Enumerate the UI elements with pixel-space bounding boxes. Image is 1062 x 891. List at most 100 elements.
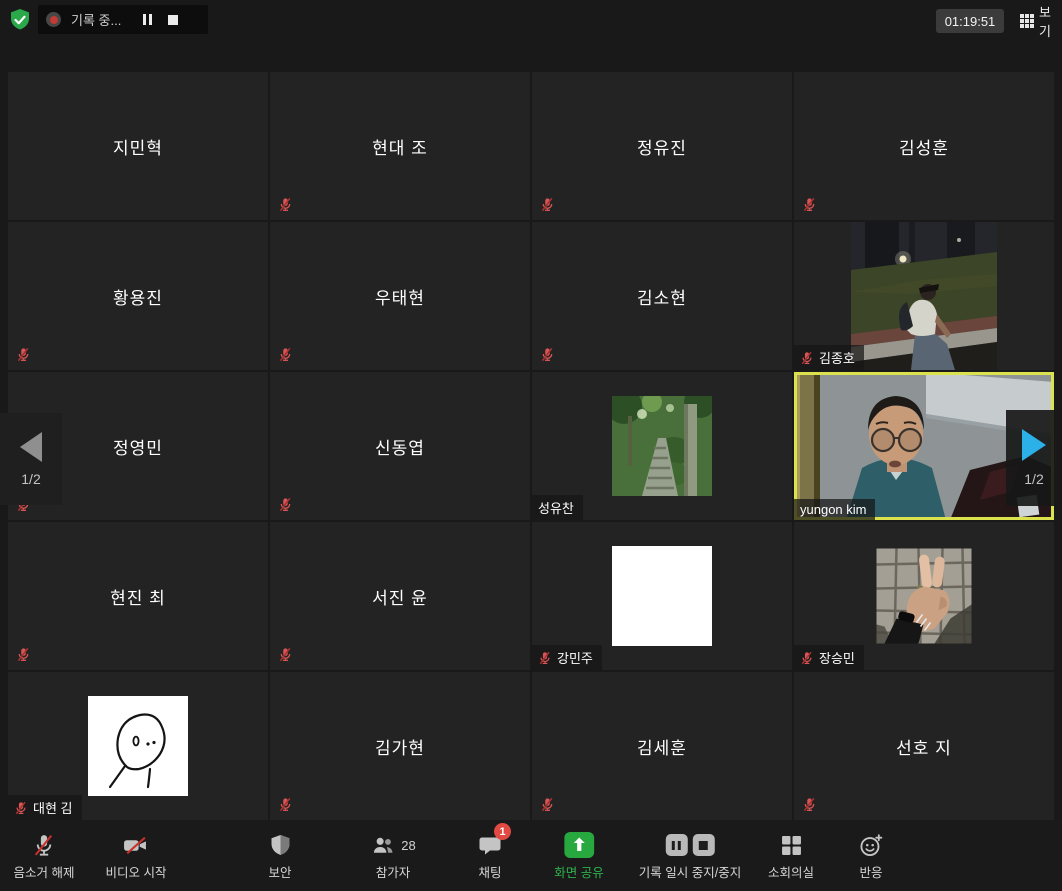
- share-screen-button-label: 화면 공유: [554, 862, 603, 881]
- mic-muted-icon: [16, 347, 31, 362]
- participant-name: 현진 최: [8, 522, 268, 670]
- mic-muted-icon: [14, 801, 28, 815]
- participants-count: 28: [401, 838, 415, 853]
- mic-muted-icon: [800, 351, 814, 365]
- gallery-view-icon: [1020, 14, 1034, 28]
- previous-page-button[interactable]: 1/2: [0, 413, 62, 505]
- shield-icon: [269, 833, 291, 858]
- mic-muted-icon: [278, 197, 293, 212]
- mic-muted-icon: [278, 647, 293, 662]
- start-video-button-label: 비디오 시작: [106, 862, 167, 881]
- breakout-rooms-button-label: 소회의실: [768, 862, 814, 881]
- recording-pause-button[interactable]: [143, 14, 152, 25]
- mic-muted-icon: [802, 197, 817, 212]
- meeting-toolbar: 음소거 해제 비디오 시작 보안: [0, 820, 1062, 891]
- mic-muted-icon: [278, 797, 293, 812]
- chat-button[interactable]: 1 채팅: [478, 830, 502, 881]
- share-screen-button[interactable]: 화면 공유: [554, 830, 603, 881]
- participant-name-label: 대현 김: [8, 795, 82, 820]
- reactions-button[interactable]: 반응: [859, 830, 884, 881]
- participant-name: 김소현: [532, 222, 792, 370]
- unmute-button-label: 음소거 해제: [14, 862, 75, 881]
- mic-muted-icon: [800, 651, 814, 665]
- mic-muted-icon: [540, 197, 555, 212]
- participant-tile[interactable]: 김세훈: [532, 672, 792, 820]
- participant-tile-photo[interactable]: 장승민: [794, 522, 1054, 670]
- mic-muted-icon: [802, 797, 817, 812]
- mic-muted-icon: [538, 651, 552, 665]
- breakout-rooms-button[interactable]: 소회의실: [768, 830, 814, 881]
- participant-name: 성유찬: [538, 498, 574, 517]
- participant-tile[interactable]: 우태현: [270, 222, 530, 370]
- mic-muted-icon: [278, 497, 293, 512]
- participant-name-label: 성유찬: [532, 495, 583, 520]
- recording-dot-icon: [46, 12, 61, 27]
- participant-white-square-avatar: [612, 546, 712, 646]
- mic-muted-icon: [540, 347, 555, 362]
- breakout-rooms-icon: [780, 835, 801, 856]
- view-button-label: 보기: [1039, 2, 1058, 40]
- participant-tile-avatar[interactable]: 대현 김: [8, 672, 268, 820]
- next-page-button[interactable]: 1/2: [1006, 410, 1062, 506]
- security-button-label: 보안: [268, 862, 291, 881]
- participant-tile[interactable]: 김가현: [270, 672, 530, 820]
- participant-name: 정유진: [532, 72, 792, 220]
- recording-indicator-panel: 기록 중...: [38, 5, 208, 34]
- chat-unread-badge: 1: [494, 823, 511, 840]
- page-indicator: 1/2: [1024, 471, 1043, 487]
- participants-icon: [370, 833, 396, 858]
- security-encrypted-icon[interactable]: [8, 8, 32, 32]
- recording-stop-button[interactable]: [168, 15, 178, 25]
- participant-tile[interactable]: 김성훈: [794, 72, 1054, 220]
- participant-tile[interactable]: 선호 지: [794, 672, 1054, 820]
- participants-button[interactable]: 28 참가자: [370, 830, 415, 881]
- participant-name: 현대 조: [270, 72, 530, 220]
- recording-controls: 기록 일시 중지/중지: [639, 830, 741, 881]
- next-page-arrow-icon: [1022, 429, 1046, 461]
- mic-muted-icon: [540, 797, 555, 812]
- previous-page-arrow-icon: [20, 432, 42, 462]
- pause-icon: [672, 841, 681, 850]
- participant-name: 장승민: [819, 648, 855, 667]
- mic-muted-icon: [278, 347, 293, 362]
- participant-tile[interactable]: 신동엽: [270, 372, 530, 520]
- participant-name-label: 강민주: [532, 645, 602, 670]
- participant-tile[interactable]: 김소현: [532, 222, 792, 370]
- participant-tile-video[interactable]: 김종호: [794, 222, 1054, 370]
- participant-name-label: yungon kim: [794, 499, 875, 520]
- unmute-button[interactable]: 음소거 해제: [14, 830, 75, 881]
- participant-drawing-avatar: [88, 696, 188, 796]
- participant-tile-avatar[interactable]: 강민주: [532, 522, 792, 670]
- participant-name: 서진 윤: [270, 522, 530, 670]
- reactions-button-label: 반응: [859, 862, 882, 881]
- video-grid: 지민혁 현대 조 정유진 김성훈 황용진 우태현 김소현: [8, 72, 1054, 820]
- recording-status-text: 기록 중...: [71, 10, 121, 29]
- stop-recording-button[interactable]: [692, 834, 714, 856]
- mic-muted-icon: [16, 647, 31, 662]
- participant-tile[interactable]: 현대 조: [270, 72, 530, 220]
- stop-icon: [699, 841, 708, 850]
- participant-photo-hand-pavement: [877, 549, 972, 644]
- participants-button-label: 참가자: [376, 862, 411, 881]
- participant-tile[interactable]: 서진 윤: [270, 522, 530, 670]
- top-bar: 기록 중... 01:19:51 보기: [0, 0, 1062, 42]
- participant-tile-photo[interactable]: 성유찬: [532, 372, 792, 520]
- participant-name: 우태현: [270, 222, 530, 370]
- view-button[interactable]: 보기: [1016, 8, 1062, 34]
- participant-tile[interactable]: 현진 최: [8, 522, 268, 670]
- participant-name-label: 김종호: [794, 345, 864, 370]
- participant-photo-stone-path: [612, 396, 712, 496]
- meeting-timer: 01:19:51: [936, 9, 1004, 33]
- participant-name: 김세훈: [532, 672, 792, 820]
- participant-name: 지민혁: [8, 72, 268, 220]
- participant-name: 김종호: [819, 348, 855, 367]
- participant-name: 대현 김: [33, 798, 73, 817]
- participant-tile[interactable]: 지민혁: [8, 72, 268, 220]
- participant-name: 황용진: [8, 222, 268, 370]
- security-button[interactable]: 보안: [268, 830, 291, 881]
- participant-tile[interactable]: 황용진: [8, 222, 268, 370]
- recording-controls-label: 기록 일시 중지/중지: [639, 862, 741, 881]
- start-video-button[interactable]: 비디오 시작: [106, 830, 167, 881]
- participant-tile[interactable]: 정유진: [532, 72, 792, 220]
- pause-recording-button[interactable]: [665, 834, 687, 856]
